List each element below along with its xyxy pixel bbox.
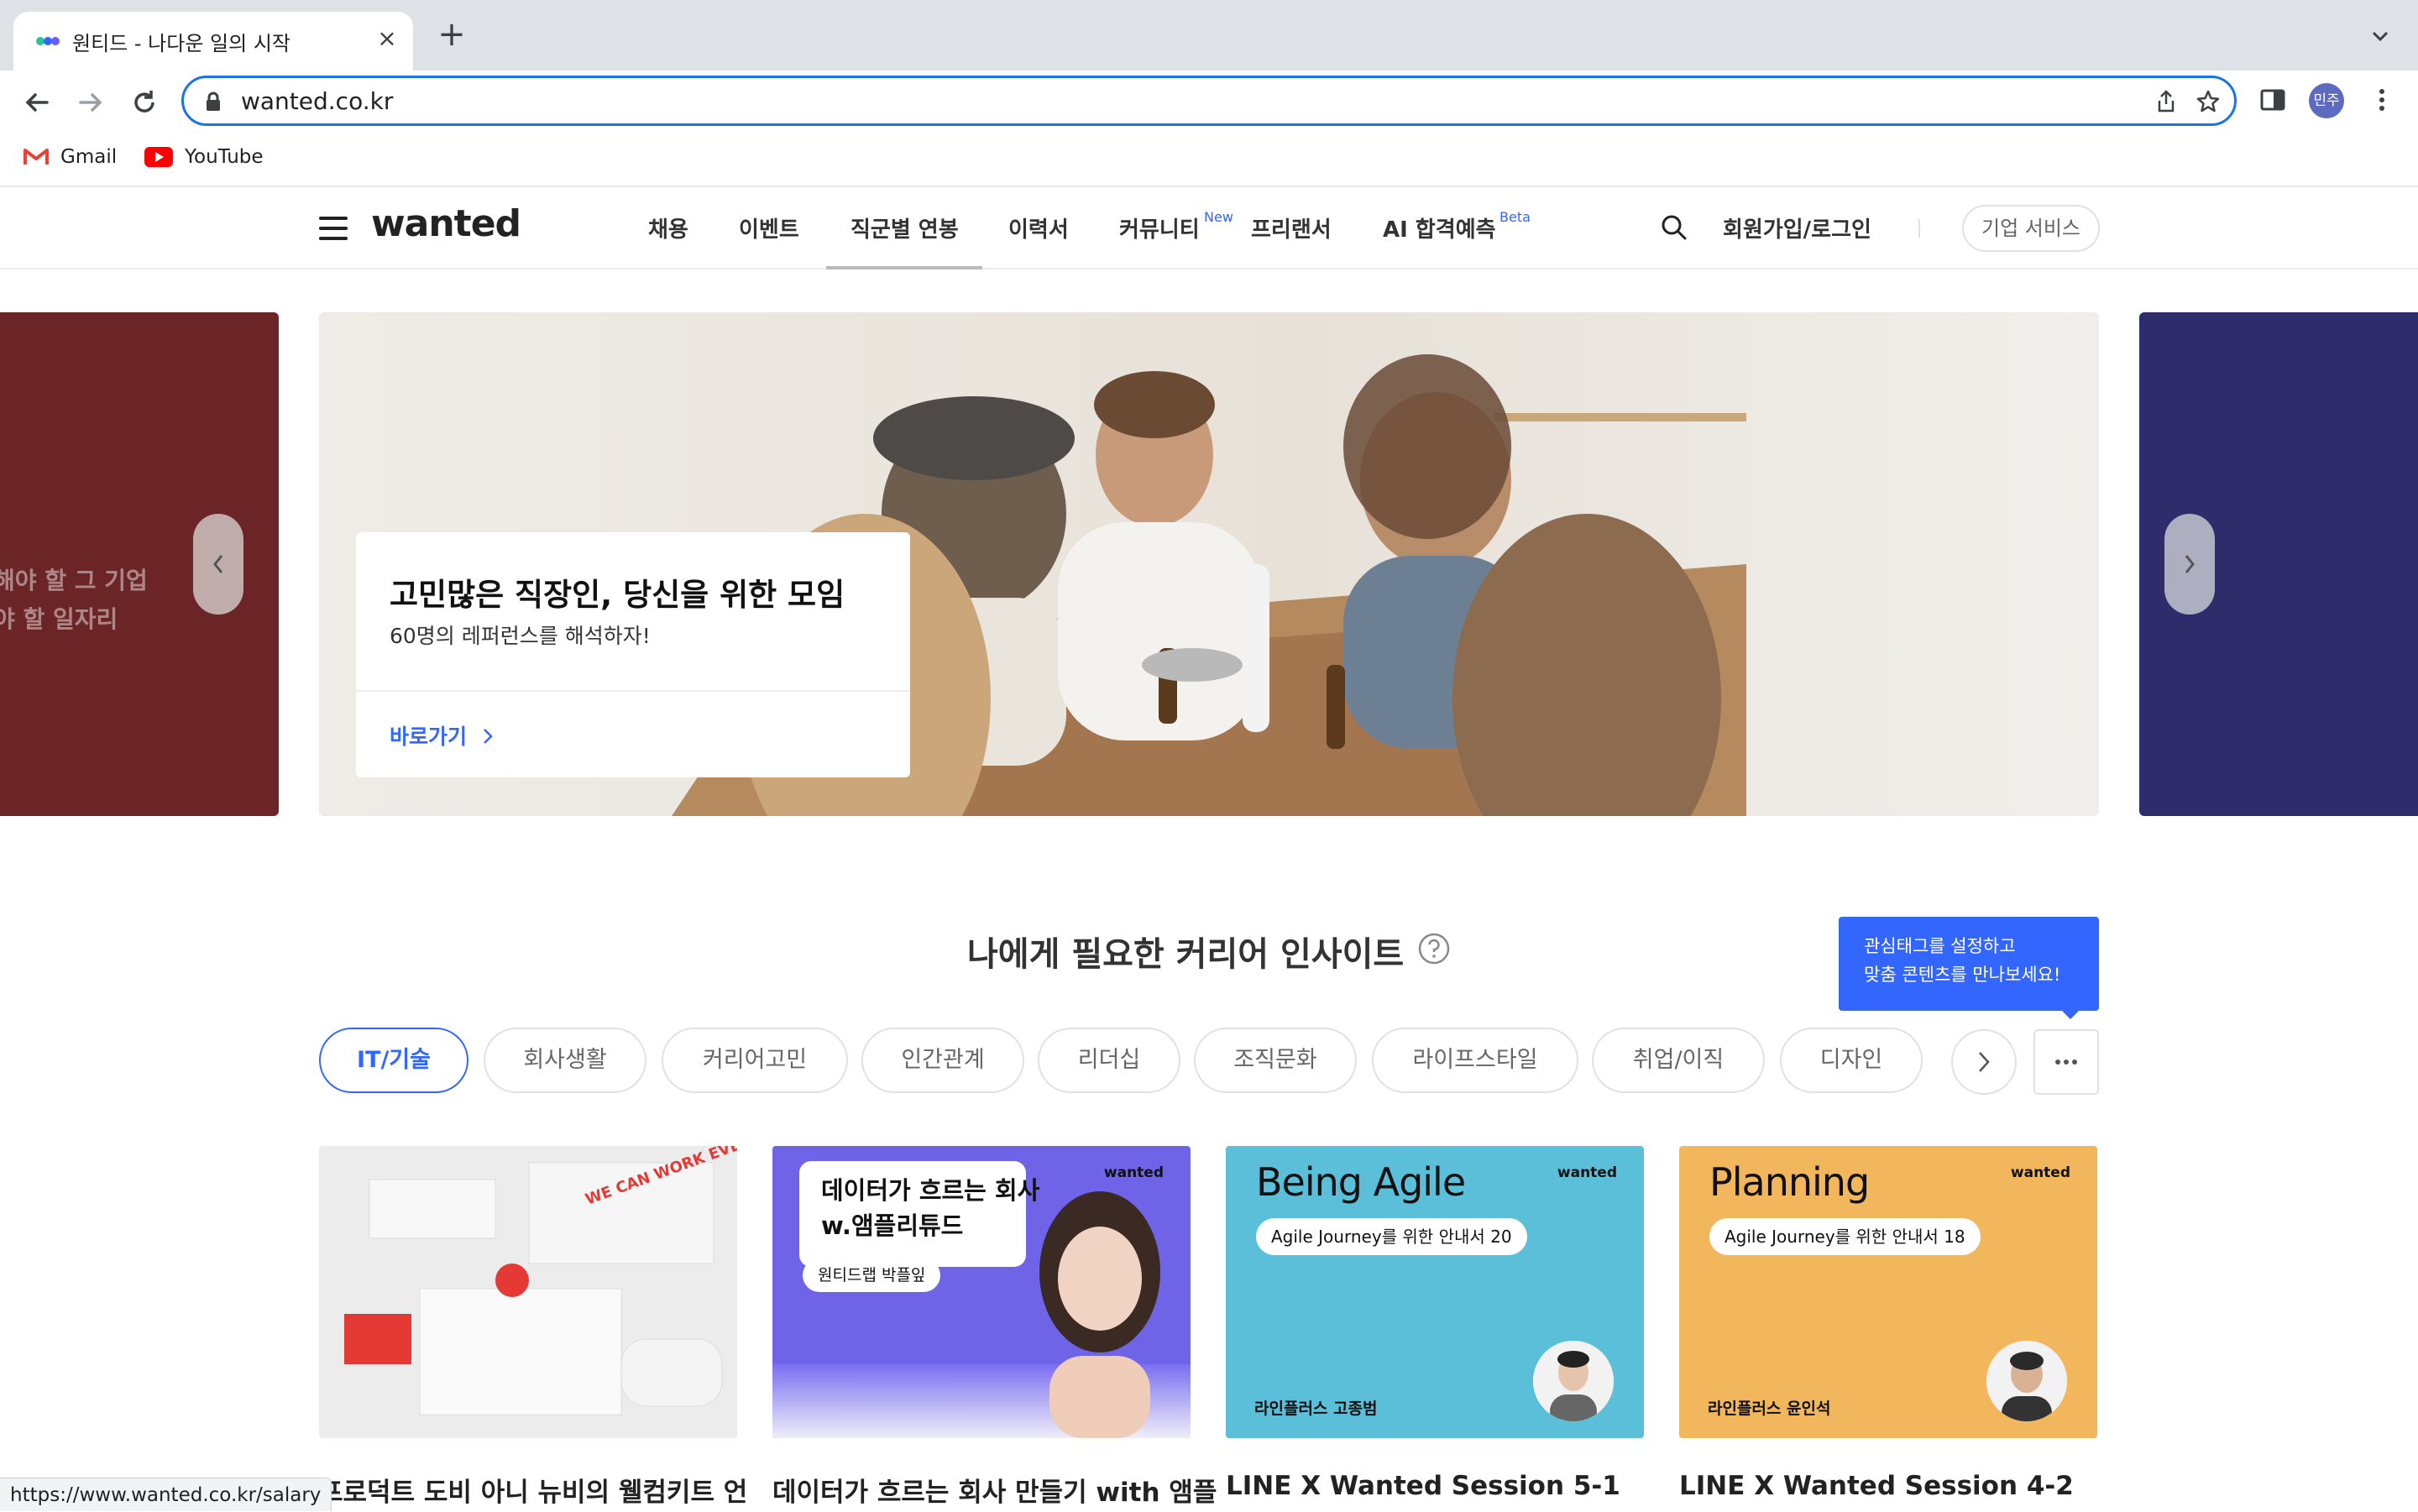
header-divider [1918, 219, 1920, 238]
thumb-pill: Agile Journey를 위한 안내서 20 [1256, 1218, 1527, 1255]
wanted-mark: wanted [2010, 1164, 2070, 1181]
tab-title: 원티드 - 나다운 일의 시작 [72, 32, 290, 55]
tag-chip-it[interactable]: IT/기술 [319, 1028, 468, 1093]
tab-search-chevron-icon[interactable] [2368, 24, 2393, 49]
prev-slide-text: 야 할 일자리 [0, 605, 118, 633]
chevron-left-icon [213, 555, 223, 573]
thumb-heading: Being Agile [1256, 1159, 1466, 1205]
tag-chip-org-culture[interactable]: 조직문화 [1194, 1028, 1357, 1093]
thumb-author: 라인플러스 고종범 [1254, 1400, 1378, 1418]
lock-icon[interactable] [204, 92, 222, 112]
wanted-mark: wanted [1557, 1164, 1617, 1181]
author-avatar [1533, 1341, 1614, 1421]
carousel-prev-button[interactable] [193, 514, 243, 615]
nav-salary[interactable]: 직군별 연봉 [850, 212, 959, 243]
banner-divider [356, 690, 910, 692]
tag-chip-relationships[interactable]: 인간관계 [861, 1028, 1024, 1093]
site-header: wanted 채용 이벤트 직군별 연봉 이력서 커뮤니티 New 프리랜서 A… [0, 187, 2418, 269]
nav-freelancer[interactable]: 프리랜서 [1251, 212, 1332, 243]
bookmark-label: YouTube [185, 146, 264, 168]
article-thumbnail[interactable]: WE CAN WORK EVERYWHERE! [319, 1146, 737, 1438]
thumb-pill: 원티드랩 박플잎 [803, 1258, 941, 1292]
interest-tag-tooltip: 관심태그를 설정하고 맞춤 콘텐츠를 만나보세요! [1839, 917, 2099, 1011]
nav-resume[interactable]: 이력서 [1008, 212, 1069, 243]
author-avatar [1986, 1341, 2067, 1421]
tab-close-icon[interactable]: × [374, 26, 400, 51]
thumb-heading-line: w.앰플리튜드 [821, 1211, 964, 1240]
tag-more-button[interactable] [2033, 1029, 2099, 1095]
tooltip-line: 맞춤 콘텐츠를 만나보세요! [1864, 965, 2061, 985]
url-text[interactable]: wanted.co.kr [241, 87, 393, 115]
chevron-right-icon [483, 729, 493, 744]
more-dots-icon [2055, 1059, 2077, 1065]
article-title[interactable]: 데이터가 흐르는 회사 만들기 with 앰플 [772, 1471, 1217, 1509]
new-tab-icon[interactable]: + [437, 18, 467, 51]
thumb-heading: Planning [1709, 1159, 1870, 1205]
welcome-kit-image: WE CAN WORK EVERYWHERE! [319, 1146, 737, 1438]
thumb-pill: Agile Journey를 위한 안내서 18 [1709, 1218, 1981, 1255]
bookmark-youtube[interactable]: YouTube [144, 139, 264, 175]
tag-chip-career-worry[interactable]: 커리어고민 [662, 1028, 848, 1093]
thumb-heading-line: 데이터가 흐르는 회사 [821, 1176, 1040, 1205]
nav-jobs[interactable]: 채용 [648, 212, 688, 243]
beta-badge: Beta [1499, 209, 1531, 225]
bookmark-star-icon[interactable] [2196, 89, 2221, 114]
chevron-right-icon [1979, 1052, 1990, 1072]
tag-scroll-next-button[interactable] [1951, 1029, 2017, 1095]
wanted-logo[interactable]: wanted [371, 202, 521, 245]
search-icon[interactable] [1659, 212, 1689, 243]
article-thumbnail[interactable]: Planning Agile Journey를 위한 안내서 18 wanted… [1679, 1146, 2097, 1438]
tooltip-tail [2062, 1011, 2079, 1019]
address-bar[interactable]: wanted.co.kr [181, 76, 2237, 126]
forward-arrow-icon[interactable] [72, 84, 109, 121]
nav-ai-prediction[interactable]: AI 합격예측 [1383, 212, 1496, 243]
chevron-right-icon [2185, 555, 2195, 573]
reload-icon[interactable] [126, 84, 163, 121]
article-title[interactable]: LINE X Wanted Session 4-2 [1679, 1471, 2074, 1501]
hamburger-menu-icon[interactable] [319, 217, 348, 240]
kebab-menu-icon[interactable] [2368, 86, 2396, 114]
nav-community[interactable]: 커뮤니티 [1119, 212, 1200, 243]
tag-chip-company-life[interactable]: 회사생활 [484, 1028, 646, 1093]
banner-card[interactable]: 고민많은 직장인, 당신을 위한 모임 60명의 레퍼런스를 해석하자! 바로가… [356, 532, 910, 777]
tag-chip-lifestyle[interactable]: 라이프스타일 [1372, 1028, 1578, 1093]
tab-strip: 원티드 - 나다운 일의 시작 × + [0, 0, 2418, 71]
gmail-icon [24, 149, 49, 165]
tooltip-line: 관심태그를 설정하고 [1864, 936, 2016, 956]
carousel-next-button[interactable] [2164, 514, 2215, 615]
wanted-favicon-icon [36, 37, 60, 45]
bookmark-gmail[interactable]: Gmail [24, 139, 117, 175]
banner-title: 고민많은 직장인, 당신을 위한 모임 [390, 577, 845, 613]
nav-events[interactable]: 이벤트 [739, 212, 799, 243]
tag-chip-leadership[interactable]: 리더십 [1038, 1028, 1180, 1093]
banner-link-label: 바로가기 [390, 725, 468, 749]
business-service-button[interactable]: 기업 서비스 [1962, 205, 2100, 252]
profile-avatar[interactable]: 민주 [2309, 83, 2344, 118]
browser-tab[interactable]: 원티드 - 나다운 일의 시작 × [13, 12, 413, 71]
side-panel-icon[interactable] [2258, 86, 2287, 114]
link-status-bar: https://www.wanted.co.kr/salary [0, 1478, 332, 1511]
insight-section-title: 나에게 필요한 커리어 인사이트 [967, 935, 1405, 974]
article-title[interactable]: LINE X Wanted Session 5-1 [1226, 1471, 1620, 1501]
back-arrow-icon[interactable] [18, 84, 55, 121]
youtube-icon [144, 147, 173, 167]
article-thumbnail[interactable]: Being Agile Agile Journey를 위한 안내서 20 wan… [1226, 1146, 1644, 1438]
bookmark-label: Gmail [60, 146, 118, 168]
banner-subtitle: 60명의 레퍼런스를 해석하자! [390, 624, 651, 648]
nav-active-indicator [826, 266, 982, 269]
signup-login-link[interactable]: 회원가입/로그인 [1723, 212, 1871, 243]
share-icon[interactable] [2154, 89, 2179, 114]
prev-slide-text: 해야 할 그 기업 [0, 567, 148, 594]
banner-go-link[interactable]: 바로가기 [390, 720, 495, 751]
new-badge: New [1204, 209, 1233, 225]
article-title[interactable]: 프로덕트 도비 아니 뉴비의 웰컴키트 언 [319, 1471, 747, 1509]
thumb-author: 라인플러스 윤인석 [1708, 1400, 1831, 1418]
wanted-mark: wanted [1103, 1164, 1164, 1181]
help-question-icon[interactable] [1417, 932, 1451, 965]
article-thumbnail[interactable]: 데이터가 흐르는 회사 w.앰플리튜드 원티드랩 박플잎 wanted [772, 1146, 1191, 1438]
speaker-portrait [1039, 1191, 1160, 1438]
tag-chip-job-change[interactable]: 취업/이직 [1592, 1028, 1765, 1093]
tag-chip-design[interactable]: 디자인 [1780, 1028, 1923, 1093]
